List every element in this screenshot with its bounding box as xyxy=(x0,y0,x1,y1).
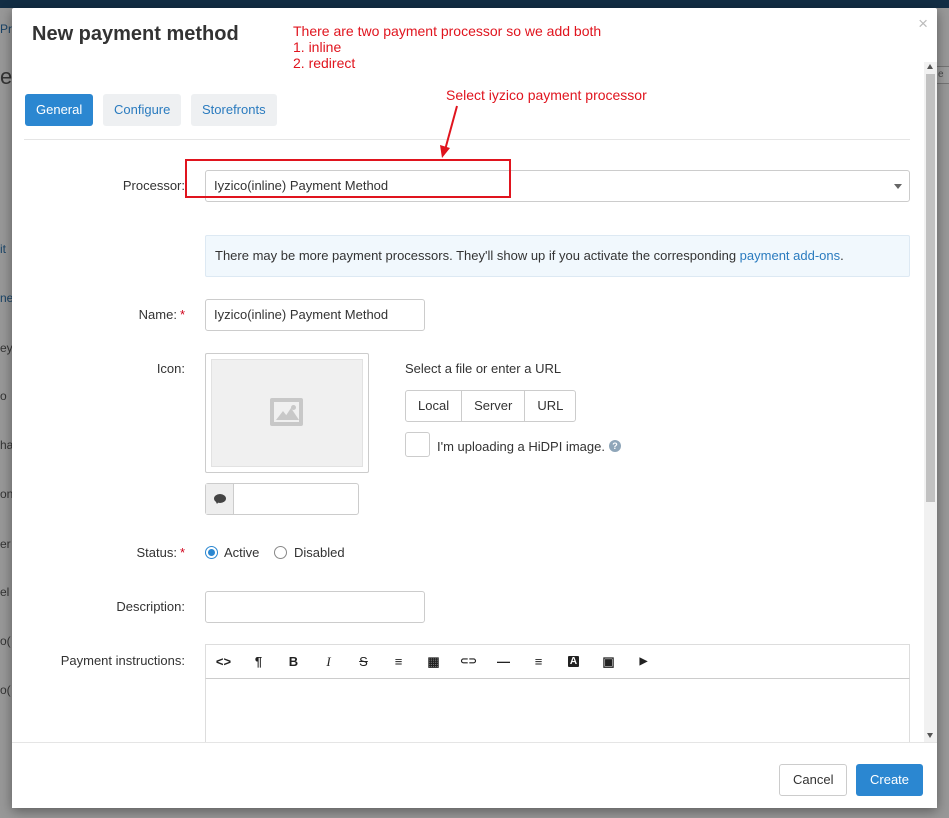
scroll-up-arrow-icon[interactable] xyxy=(927,64,933,69)
processor-info-box: There may be more payment processors. Th… xyxy=(205,235,910,277)
annotation-note: There are two payment processor so we ad… xyxy=(293,23,601,71)
tab-general[interactable]: General xyxy=(25,94,94,126)
hidpi-checkbox[interactable] xyxy=(405,432,430,457)
name-input[interactable]: Iyzico(inline) Payment Method xyxy=(205,299,425,331)
font-color-glyph: A xyxy=(567,656,580,667)
paragraph-icon[interactable]: ¶ xyxy=(241,645,276,678)
tab-configure[interactable]: Configure xyxy=(103,94,182,126)
strikethrough-icon[interactable]: S xyxy=(346,645,381,678)
align-icon[interactable]: ≡ xyxy=(521,645,556,678)
server-button[interactable]: Server xyxy=(462,391,526,421)
code-view-icon[interactable]: <> xyxy=(206,645,241,678)
scrollbar-thumb[interactable] xyxy=(926,74,935,502)
icon-label: Icon: xyxy=(156,361,185,376)
new-payment-method-dialog: New payment method × General Configure S… xyxy=(12,8,937,808)
chevron-down-icon xyxy=(894,184,902,189)
status-label-text: Status: xyxy=(136,545,177,560)
image-placeholder-icon xyxy=(270,398,303,426)
close-icon[interactable]: × xyxy=(918,14,928,34)
table-icon[interactable]: ▦ xyxy=(416,645,451,678)
help-icon[interactable]: ? xyxy=(609,440,621,452)
video-icon[interactable]: ▶ xyxy=(626,645,661,678)
file-source-buttons: Local Server URL xyxy=(405,390,577,422)
tab-storefronts[interactable]: Storefronts xyxy=(191,94,277,126)
link-icon[interactable]: ⊂⊃ xyxy=(451,645,486,678)
status-active-label: Active xyxy=(224,545,260,560)
icon-alt-text-field[interactable] xyxy=(205,483,359,515)
processor-label: Processor: xyxy=(122,178,185,193)
annotation-select-note: Select iyzico payment processor xyxy=(446,87,647,103)
unordered-list-icon[interactable]: ≡ xyxy=(381,645,416,678)
required-marker: * xyxy=(179,545,185,560)
comment-icon xyxy=(214,494,226,504)
payment-instructions-label: Payment instructions: xyxy=(60,653,185,668)
status-disabled-radio[interactable] xyxy=(274,546,287,559)
info-text: There may be more payment processors. Th… xyxy=(215,248,740,263)
annotation-highlight-box xyxy=(185,159,511,198)
payment-instructions-editor[interactable] xyxy=(205,679,910,742)
bold-icon[interactable]: B xyxy=(276,645,311,678)
status-disabled-label: Disabled xyxy=(294,545,345,560)
editor-toolbar: <> ¶ B I S ≡ ▦ ⊂⊃ — ≡ A ▣ ▶ xyxy=(205,644,910,679)
description-input[interactable] xyxy=(205,591,425,623)
annotation-note-line: 1. inline xyxy=(293,39,342,55)
create-button[interactable]: Create xyxy=(856,764,924,796)
horizontal-rule-icon[interactable]: — xyxy=(486,645,521,678)
local-button[interactable]: Local xyxy=(406,391,463,421)
image-icon[interactable]: ▣ xyxy=(591,645,626,678)
description-label: Description: xyxy=(116,599,185,614)
info-suffix: . xyxy=(840,248,844,263)
status-label: Status: * xyxy=(12,545,185,560)
hidpi-label: I'm uploading a HiDPI image. xyxy=(437,439,605,454)
name-label: Name: * xyxy=(12,307,185,322)
tabs-divider xyxy=(24,139,910,140)
name-label-text: Name: xyxy=(138,307,177,322)
modal-title: New payment method xyxy=(32,23,239,45)
required-marker: * xyxy=(179,307,185,322)
file-source-label: Select a file or enter a URL xyxy=(405,361,562,376)
annotation-note-line: 2. redirect xyxy=(293,55,356,71)
icon-preview xyxy=(205,353,369,473)
modal-scrollbar[interactable] xyxy=(924,62,937,742)
url-button[interactable]: URL xyxy=(525,391,575,421)
annotation-note-line: There are two payment processor so we ad… xyxy=(293,23,602,39)
modal-footer: Cancel Create xyxy=(12,742,937,808)
cancel-button[interactable]: Cancel xyxy=(779,764,848,796)
font-color-icon[interactable]: A xyxy=(556,645,591,678)
italic-icon[interactable]: I xyxy=(311,645,346,678)
scroll-down-arrow-icon[interactable] xyxy=(927,733,933,738)
status-active-radio[interactable] xyxy=(205,546,218,559)
payment-addons-link[interactable]: payment add-ons xyxy=(740,248,840,263)
